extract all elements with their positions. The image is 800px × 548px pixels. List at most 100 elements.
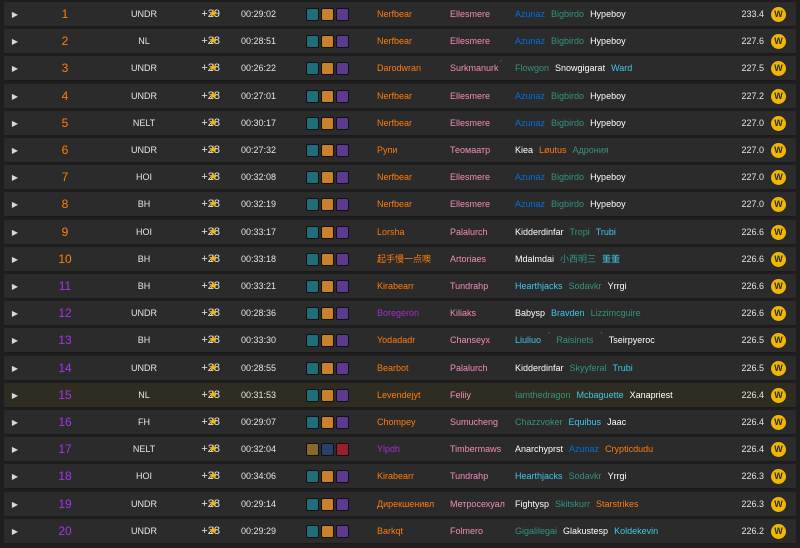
dps-name[interactable]: Bigbirdo [551, 199, 584, 209]
fortified-icon[interactable] [306, 225, 319, 239]
dps-name[interactable]: Trubi [613, 363, 633, 373]
healer-name[interactable]: Feliiy [450, 390, 471, 400]
expand-row-icon[interactable]: ▶ [10, 356, 20, 381]
tank-name[interactable]: Boregeron [377, 308, 419, 318]
healer-player[interactable]: Folmero [450, 519, 516, 544]
expand-row-icon[interactable]: ▶ [10, 84, 20, 109]
tank-name[interactable]: Lorsha [377, 227, 405, 237]
tank-player[interactable]: Levendejyt [377, 383, 447, 408]
fortified-icon[interactable] [306, 388, 319, 402]
dps-name[interactable]: Jaac [607, 417, 626, 427]
tank-player[interactable]: 起手慢一点噢 [377, 247, 447, 272]
warcraftlogs-badge-icon[interactable]: W [771, 360, 786, 376]
tank-name[interactable]: Darodwran [377, 63, 421, 73]
table-row[interactable]: ▶ 11 BH +28 ★ 00:33:21 Kirabearr Tundrahp Hearth… [4, 274, 796, 299]
spiteful-icon[interactable] [336, 388, 349, 402]
dps-name[interactable]: Raisinets [556, 335, 593, 345]
warcraftlogs-badge-icon[interactable]: W [771, 61, 786, 77]
expand-row-icon[interactable]: ▶ [10, 437, 20, 462]
incorporeal-icon[interactable] [321, 470, 334, 484]
healer-name[interactable]: Теомаатр [450, 145, 490, 155]
tank-name[interactable]: Nerfbear [377, 9, 412, 19]
fortified-icon[interactable] [306, 8, 319, 21]
dps-name[interactable]: Bigbirdo [551, 118, 584, 128]
dps-name[interactable]: Bigbirdo [551, 36, 584, 46]
dps-name[interactable]: Azunaz [569, 444, 599, 454]
dps-name[interactable]: Kidderdinfar [515, 227, 564, 237]
fortified-icon[interactable] [306, 89, 319, 103]
dps-name[interactable]: Yrrgi [608, 471, 627, 481]
healer-name[interactable]: Artoriaes [450, 254, 486, 264]
dps-name[interactable]: Anarchyprst [515, 444, 563, 454]
tank-player[interactable]: Yodadadr [377, 328, 447, 353]
dps-name[interactable]: Hypeboy [590, 199, 626, 209]
dps-name[interactable]: Azunaz [515, 36, 545, 46]
tank-name[interactable]: Nerfbear [377, 199, 412, 209]
tank-player[interactable]: Nerfbear [377, 111, 447, 136]
tyrannical-icon[interactable] [306, 443, 319, 457]
warcraftlogs-badge-icon[interactable]: W [771, 224, 786, 240]
spiteful-icon[interactable] [336, 524, 349, 538]
fortified-icon[interactable] [306, 416, 319, 429]
tank-name[interactable]: Дирекшенивл [377, 499, 434, 509]
dps-name[interactable]: Hypeboy [590, 36, 626, 46]
healer-name[interactable]: Ellesmere [450, 36, 490, 46]
fortified-icon[interactable] [306, 198, 319, 212]
spiteful-icon[interactable] [336, 307, 349, 321]
incorporeal-icon[interactable] [321, 198, 334, 212]
expand-row-icon[interactable]: ▶ [10, 464, 20, 489]
dps-name[interactable]: Hypeboy [590, 91, 626, 101]
incorporeal-icon[interactable] [321, 225, 334, 239]
spiteful-icon[interactable] [336, 144, 349, 157]
table-row[interactable]: ▶ 12 UNDR +28 ★ 00:28:36 Boregeron Kiliaks Babys… [4, 301, 796, 327]
healer-player[interactable]: Tundrahp [450, 464, 516, 489]
spiteful-icon[interactable] [336, 89, 349, 103]
tank-player[interactable]: Nerfbear [377, 192, 447, 217]
healer-name[interactable]: Ellesmere [450, 172, 490, 182]
incorporeal-icon[interactable] [321, 280, 334, 293]
table-row[interactable]: ▶ 19 UNDR +28 ★ 00:29:14 Дирекшенивл Метросехуа… [4, 491, 796, 517]
warcraftlogs-badge-icon[interactable]: W [771, 7, 786, 22]
expand-row-icon[interactable]: ▶ [10, 328, 20, 353]
tank-player[interactable]: Boregeron [377, 301, 447, 326]
dps-name[interactable]: Glakustesp [563, 526, 608, 536]
tank-name[interactable]: Yodadadr [377, 335, 415, 345]
healer-player[interactable]: Ellesmere [450, 192, 516, 217]
incorporeal-icon[interactable] [321, 388, 334, 402]
warcraftlogs-badge-icon[interactable]: W [771, 279, 786, 294]
bolstering-icon[interactable] [336, 443, 349, 457]
healer-player[interactable]: Timbermaws [450, 437, 516, 462]
spiteful-icon[interactable] [336, 198, 349, 212]
table-row[interactable]: ▶ 17 NELT +28 ★ 00:32:04 Ylpdh Timbermaws Anarch… [4, 437, 796, 463]
table-row[interactable]: ▶ 20 UNDR +28 ★ 00:29:29 Barkqt Folmero Gigalile… [4, 518, 796, 544]
healer-player[interactable]: Ellesmere [450, 111, 516, 136]
dps-name[interactable]: Flowgon [515, 63, 549, 73]
dps-name[interactable]: Mcbaguette [577, 390, 624, 400]
spiteful-icon[interactable] [336, 8, 349, 21]
spiteful-icon[interactable] [336, 252, 349, 266]
fortified-icon[interactable] [306, 144, 319, 157]
fortified-icon[interactable] [306, 252, 319, 266]
tank-player[interactable]: Kirabearr [377, 274, 447, 299]
dps-name[interactable]: Starstrikes [596, 499, 639, 509]
warcraftlogs-badge-icon[interactable]: W [771, 115, 786, 131]
healer-player[interactable]: Tundrahp [450, 274, 516, 299]
table-row[interactable]: ▶ 18 HOI +28 ★ 00:34:06 Kirabearr Tundrahp Heart… [4, 464, 796, 490]
incorporeal-icon[interactable] [321, 35, 334, 49]
healer-name[interactable]: Palalurch [450, 363, 488, 373]
table-row[interactable]: ▶ 1 UNDR +29 ★ 00:29:02 Nerfbear Ellesmere Azuna… [4, 2, 796, 27]
healer-player[interactable]: Ellesmere [450, 2, 516, 27]
healer-name[interactable]: Метросехуал [450, 499, 505, 509]
expand-row-icon[interactable]: ▶ [10, 111, 20, 136]
dps-name[interactable]: Azunaz [515, 9, 545, 19]
dps-name[interactable]: Gigalilegai [515, 526, 557, 536]
healer-name[interactable]: Folmero [450, 526, 483, 536]
dps-name[interactable]: Equibus [569, 417, 602, 427]
expand-row-icon[interactable]: ▶ [10, 192, 20, 217]
warcraftlogs-badge-icon[interactable]: W [771, 496, 786, 512]
dps-name[interactable]: Koldekevin [614, 526, 658, 536]
expand-row-icon[interactable]: ▶ [10, 274, 20, 299]
fortified-icon[interactable] [306, 361, 319, 375]
tank-name[interactable]: Nerfbear [377, 172, 412, 182]
dps-name[interactable]: Azunaz [515, 172, 545, 182]
